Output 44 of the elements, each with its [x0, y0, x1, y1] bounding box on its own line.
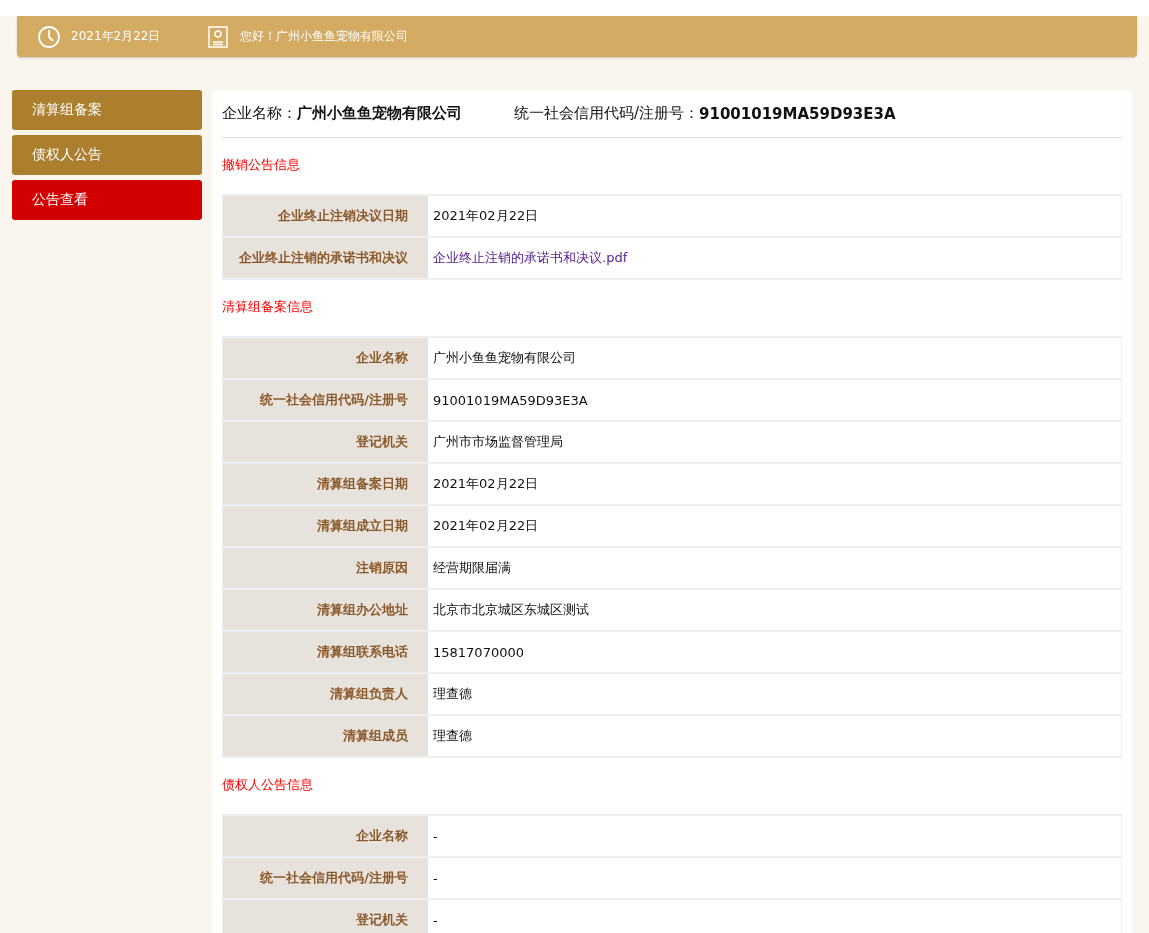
company-name-label: 企业名称：: [222, 104, 297, 123]
field-value: 理查德: [428, 674, 1121, 714]
field-label: 企业名称: [223, 816, 428, 856]
field-label: 企业终止注销的承诺书和决议: [223, 238, 428, 278]
header-date: 2021年2月22日: [71, 28, 161, 45]
credit-code: 91001019MA59D93E3A: [699, 104, 896, 123]
greeting-text: 您好！广州小鱼鱼宠物有限公司: [240, 28, 409, 45]
sidebar-item[interactable]: 清算组备案: [12, 90, 202, 130]
field-label: 清算组成立日期: [223, 506, 428, 546]
field-label: 企业终止注销决议日期: [223, 196, 428, 236]
section-title: 清算组备案信息: [222, 298, 314, 316]
field-value: 15817070000: [428, 632, 1121, 672]
field-label: 清算组办公地址: [223, 590, 428, 630]
section-title: 债权人公告信息: [222, 776, 314, 794]
field-label: 企业名称: [223, 338, 428, 378]
company-name: 广州小鱼鱼宠物有限公司: [297, 104, 462, 123]
field-label: 清算组备案日期: [223, 464, 428, 504]
field-label: 清算组联系电话: [223, 632, 428, 672]
field-label: 统一社会信用代码/注册号: [223, 380, 428, 420]
clock-icon: [37, 24, 61, 49]
field-value: 广州市市场监督管理局: [428, 422, 1121, 462]
sidebar-item[interactable]: 债权人公告: [12, 135, 202, 175]
field-label: 清算组负责人: [223, 674, 428, 714]
field-label: 统一社会信用代码/注册号: [223, 858, 428, 898]
field-value: 经营期限届满: [428, 548, 1121, 588]
field-value: -: [428, 900, 1121, 933]
field-label: 注销原因: [223, 548, 428, 588]
field-value: 理查德: [428, 716, 1121, 756]
field-value: 2021年02月22日: [428, 464, 1121, 504]
field-label: 登记机关: [223, 900, 428, 933]
field-value: -: [428, 858, 1121, 898]
credit-code-label: 统一社会信用代码/注册号：: [514, 104, 700, 123]
sidebar-item[interactable]: 公告查看: [12, 180, 202, 220]
field-value: -: [428, 816, 1121, 856]
field-value: 91001019MA59D93E3A: [428, 380, 1121, 420]
user-card-icon: [206, 24, 231, 49]
field-value: 广州小鱼鱼宠物有限公司: [428, 338, 1121, 378]
section-title: 撤销公告信息: [222, 156, 301, 174]
field-label: 登记机关: [223, 422, 428, 462]
pdf-link[interactable]: 企业终止注销的承诺书和决议.pdf: [433, 250, 628, 265]
field-label: 清算组成员: [223, 716, 428, 756]
field-value: 2021年02月22日: [428, 196, 1121, 236]
field-value: 北京市北京城区东城区测试: [428, 590, 1121, 630]
field-value: 2021年02月22日: [428, 506, 1121, 546]
